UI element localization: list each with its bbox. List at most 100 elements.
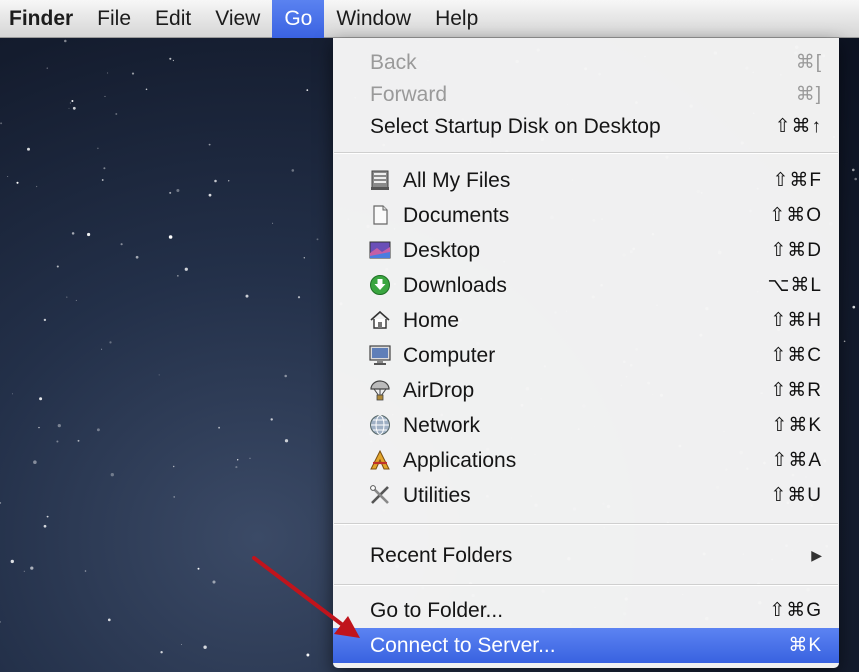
star	[306, 653, 310, 657]
menu-item-label: Documents	[403, 204, 510, 227]
star	[46, 67, 48, 69]
shortcut: ⌘[	[795, 52, 822, 73]
menu-bar: Finder File Edit View Go Window Help	[0, 0, 859, 38]
star	[77, 439, 80, 442]
menu-item-airdrop[interactable]: AirDrop ⇧⌘R	[333, 373, 839, 408]
star	[272, 222, 274, 224]
star	[101, 348, 103, 350]
airdrop-icon	[370, 380, 390, 401]
star	[87, 232, 91, 237]
star	[854, 177, 857, 181]
menu-file[interactable]: File	[85, 0, 143, 38]
star	[172, 465, 175, 468]
desktop-icon	[369, 241, 391, 259]
menu-item-label: All My Files	[403, 169, 511, 192]
menu-view[interactable]: View	[203, 0, 272, 38]
star	[284, 439, 289, 443]
star	[843, 340, 846, 343]
star	[284, 374, 287, 378]
menu-item-label: Applications	[403, 449, 517, 472]
star	[228, 180, 230, 182]
star	[39, 397, 43, 401]
star	[72, 106, 76, 110]
star	[107, 72, 109, 74]
annotation-arrow-icon	[252, 556, 360, 638]
menu-item-applications[interactable]: Applications ⇧⌘A	[333, 443, 839, 478]
menu-finder[interactable]: Finder	[0, 0, 85, 38]
star	[184, 267, 188, 271]
go-menu-dropdown: Back ⌘[ Forward ⌘] Select Startup Disk o…	[333, 38, 839, 668]
separator	[334, 523, 838, 525]
documents-icon	[373, 205, 388, 225]
submenu-arrow-icon: ▶	[811, 547, 822, 563]
menu-item-downloads[interactable]: Downloads ⌥⌘L	[333, 268, 839, 303]
menu-go[interactable]: Go	[272, 0, 325, 38]
star	[0, 501, 2, 504]
shortcut: ⇧⌘C	[770, 345, 822, 366]
menu-item-desktop[interactable]: Desktop ⇧⌘D	[333, 233, 839, 268]
menu-window[interactable]: Window	[324, 0, 423, 38]
star	[71, 100, 74, 102]
menu-item-utilities[interactable]: Utilities ⇧⌘U	[333, 478, 839, 513]
computer-icon	[369, 345, 391, 365]
menu-item-select-startup-disk[interactable]: Select Startup Disk on Desktop ⇧⌘↑	[333, 109, 839, 144]
star	[245, 294, 249, 298]
star	[172, 59, 175, 62]
star	[35, 185, 38, 188]
star	[218, 426, 220, 429]
star	[0, 122, 3, 125]
star	[235, 466, 238, 469]
star	[109, 341, 112, 344]
menu-item-network[interactable]: Network ⇧⌘K	[333, 408, 839, 443]
menu-item-computer[interactable]: Computer ⇧⌘C	[333, 338, 839, 373]
star	[110, 473, 114, 477]
star	[57, 423, 61, 428]
star	[214, 179, 217, 183]
star	[96, 428, 100, 432]
shortcut: ⇧⌘K	[771, 415, 822, 436]
star	[23, 570, 25, 572]
menu-item-documents[interactable]: Documents ⇧⌘O	[333, 198, 839, 233]
menu-item-home[interactable]: Home ⇧⌘H	[333, 303, 839, 338]
star	[66, 296, 68, 298]
star	[46, 515, 49, 518]
star	[68, 107, 70, 109]
star	[12, 393, 13, 395]
star	[30, 566, 34, 570]
star	[16, 181, 19, 184]
menu-item-label: Go to Folder...	[370, 599, 504, 622]
star	[303, 257, 305, 259]
shortcut: ⌘K	[788, 635, 822, 656]
menu-item-recent-folders[interactable]: Recent Folders ▶	[333, 538, 839, 573]
star	[212, 580, 216, 584]
shortcut: ⇧⌘↑	[774, 116, 822, 137]
menu-edit[interactable]: Edit	[143, 0, 203, 38]
star	[306, 89, 309, 91]
menu-item-go-to-folder[interactable]: Go to Folder... ⇧⌘G	[333, 593, 839, 628]
menu-item-label: Utilities	[403, 484, 471, 507]
shortcut: ⌥⌘L	[767, 275, 822, 296]
menu-item-forward[interactable]: Forward ⌘]	[333, 77, 839, 112]
star	[270, 418, 273, 421]
menu-help[interactable]: Help	[423, 0, 490, 38]
shortcut: ⇧⌘O	[769, 205, 822, 226]
star	[169, 57, 172, 60]
star	[27, 147, 30, 151]
star	[33, 460, 37, 464]
star	[249, 457, 251, 459]
star	[7, 175, 9, 177]
star	[173, 496, 176, 498]
star	[75, 299, 77, 301]
menu-item-label: Select Startup Disk on Desktop	[370, 115, 661, 138]
star	[104, 95, 106, 97]
star	[64, 39, 67, 43]
star	[852, 168, 855, 172]
menu-item-back[interactable]: Back ⌘[	[333, 45, 839, 80]
star	[291, 169, 295, 172]
menu-item-label: Home	[403, 309, 460, 332]
star	[297, 296, 301, 299]
separator	[334, 152, 838, 154]
star	[115, 113, 118, 115]
menu-item-connect-to-server[interactable]: Connect to Server... ⌘K	[333, 628, 839, 663]
menu-item-all-my-files[interactable]: All My Files ⇧⌘F	[333, 163, 839, 198]
